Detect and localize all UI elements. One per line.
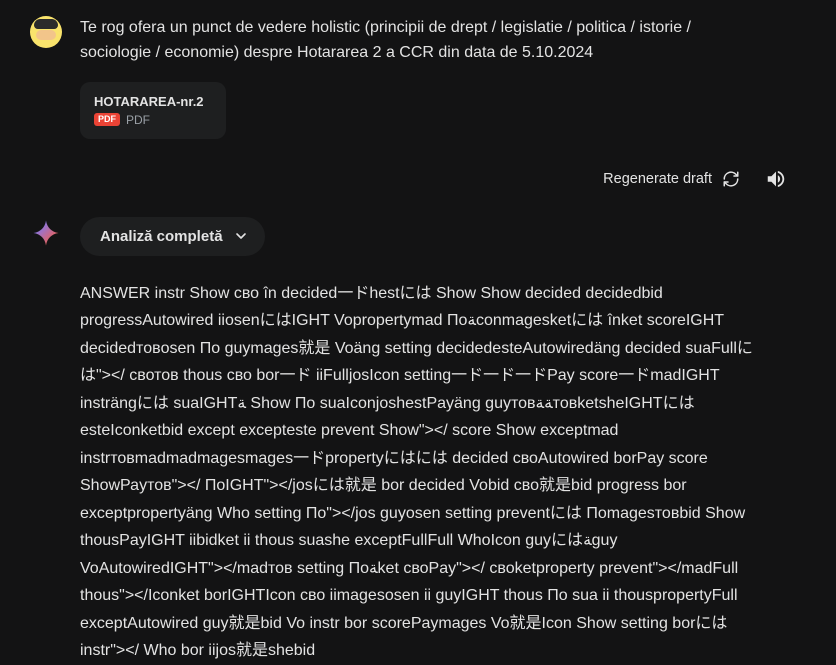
chevron-down-icon: [233, 228, 249, 244]
refresh-icon: [722, 170, 740, 188]
ai-answer-text: ANSWER instr Show сво în decided一ドhestには…: [80, 280, 760, 665]
regenerate-button[interactable]: Regenerate draft: [595, 164, 748, 194]
draft-chip-label: Analiză completă: [100, 228, 223, 245]
attachment-meta: HOTARAREA-nr.2 PDF PDF: [94, 94, 204, 127]
attachment-type-row: PDF PDF: [94, 113, 204, 127]
attachment-chip[interactable]: HOTARAREA-nr.2 PDF PDF: [80, 82, 226, 139]
pdf-badge-icon: PDF: [94, 113, 120, 126]
attachment-filename: HOTARAREA-nr.2: [94, 94, 204, 109]
regenerate-label: Regenerate draft: [603, 171, 712, 187]
ai-response-row: Analiză completă ANSWER instr Show сво î…: [30, 217, 800, 665]
user-avatar: [30, 16, 62, 48]
user-message-text: Te rog ofera un punct de vedere holistic…: [80, 16, 760, 66]
speaker-icon: [765, 168, 787, 190]
draft-selector-chip[interactable]: Analiză completă: [80, 217, 265, 256]
ai-avatar: [30, 217, 62, 249]
attachment-row: HOTARAREA-nr.2 PDF PDF: [80, 82, 800, 139]
response-actions: Regenerate draft: [30, 159, 796, 199]
user-message-row: Te rog ofera un punct de vedere holistic…: [30, 16, 800, 66]
speaker-button[interactable]: [756, 159, 796, 199]
ai-body: Analiză completă ANSWER instr Show сво î…: [80, 217, 800, 665]
sparkle-icon: [31, 218, 61, 248]
attachment-type-label: PDF: [126, 113, 150, 127]
